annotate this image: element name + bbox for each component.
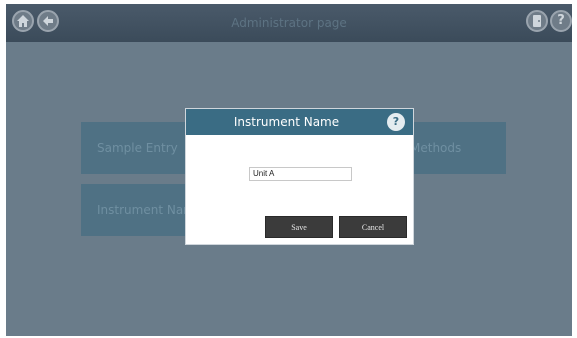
app-window: Administrator page ? Sample Entry Method… [6, 4, 572, 336]
tile-label: Sample Entry [97, 141, 178, 155]
instrument-name-input[interactable]: Unit A [249, 167, 352, 181]
instrument-name-dialog: Instrument Name ? Unit A Save Cancel [185, 108, 414, 245]
save-button[interactable]: Save [265, 216, 333, 238]
cancel-button[interactable]: Cancel [339, 216, 407, 238]
header-bar: Administrator page ? [6, 4, 572, 42]
page-title: Administrator page [231, 16, 347, 30]
help-icon[interactable]: ? [550, 10, 572, 32]
dialog-header: Instrument Name ? [186, 109, 413, 135]
dialog-help-icon[interactable]: ? [387, 113, 405, 131]
tile-label: Methods [410, 141, 462, 155]
dialog-title: Instrument Name [233, 115, 340, 129]
exit-door-icon[interactable] [526, 10, 548, 32]
